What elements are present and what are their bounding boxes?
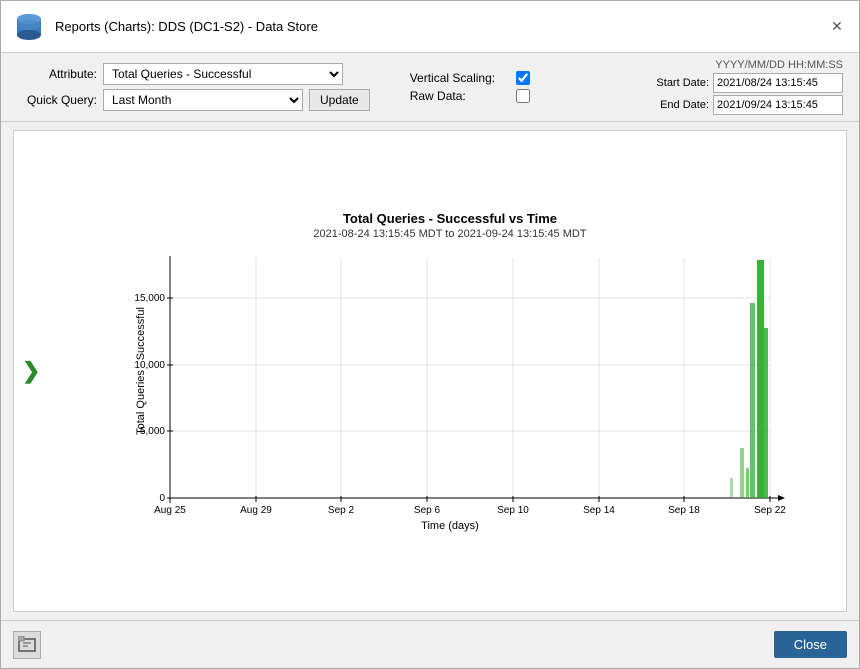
update-button[interactable]: Update bbox=[309, 89, 370, 111]
toolbar-left: Attribute: Total Queries - SuccessfulTot… bbox=[17, 63, 370, 111]
quick-query-label: Quick Query: bbox=[17, 93, 97, 107]
svg-text:Aug 29: Aug 29 bbox=[240, 505, 272, 516]
svg-text:Aug 25: Aug 25 bbox=[154, 505, 186, 516]
svg-text:5,000: 5,000 bbox=[140, 426, 165, 437]
chart-inner: Total Queries - Successful vs Time 2021-… bbox=[110, 211, 790, 551]
raw-data-label: Raw Data: bbox=[410, 89, 510, 103]
attribute-row: Attribute: Total Queries - SuccessfulTot… bbox=[17, 63, 370, 85]
quick-query-select[interactable]: Last HourLast DayLast WeekLast MonthLast… bbox=[103, 89, 303, 111]
attribute-label: Attribute: bbox=[17, 67, 97, 81]
svg-text:Sep 18: Sep 18 bbox=[668, 505, 700, 516]
vertical-section: Vertical Scaling: Raw Data: bbox=[410, 71, 530, 103]
chart-title: Total Queries - Successful vs Time bbox=[110, 211, 790, 226]
app-icon bbox=[13, 11, 45, 43]
title-bar: Reports (Charts): DDS (DC1-S2) - Data St… bbox=[1, 1, 859, 53]
export-svg bbox=[18, 636, 36, 654]
attribute-select[interactable]: Total Queries - SuccessfulTotal Queries … bbox=[103, 63, 343, 85]
footer-bar: Close bbox=[1, 620, 859, 668]
vertical-scaling-label: Vertical Scaling: bbox=[410, 71, 510, 85]
chart-plot: 0 5,000 10,000 15,000 bbox=[110, 248, 790, 518]
end-date-input[interactable] bbox=[713, 95, 843, 115]
svg-text:15,000: 15,000 bbox=[134, 293, 165, 304]
close-dialog-button[interactable]: Close bbox=[774, 631, 847, 658]
export-icon[interactable] bbox=[13, 631, 41, 659]
start-date-label: Start Date: bbox=[649, 77, 709, 89]
chevron-left-icon[interactable]: ❯ bbox=[22, 358, 40, 384]
svg-text:Sep 6: Sep 6 bbox=[414, 505, 441, 516]
quick-query-row: Quick Query: Last HourLast DayLast WeekL… bbox=[17, 89, 370, 111]
chart-area: ❯ Total Queries - Successful Total Queri… bbox=[13, 130, 847, 612]
start-date-input[interactable] bbox=[713, 73, 843, 93]
svg-text:10,000: 10,000 bbox=[134, 360, 165, 371]
vertical-scaling-row: Vertical Scaling: bbox=[410, 71, 530, 85]
vertical-scaling-checkbox[interactable] bbox=[516, 71, 530, 85]
main-window: Reports (Charts): DDS (DC1-S2) - Data St… bbox=[0, 0, 860, 669]
chart-svg: 0 5,000 10,000 15,000 bbox=[110, 248, 790, 518]
svg-text:Sep 22: Sep 22 bbox=[754, 505, 786, 516]
toolbar: Attribute: Total Queries - SuccessfulTot… bbox=[1, 53, 859, 122]
title-bar-left: Reports (Charts): DDS (DC1-S2) - Data St… bbox=[13, 11, 318, 43]
window-close-button[interactable]: ✕ bbox=[827, 17, 847, 37]
x-axis-label: Time (days) bbox=[110, 520, 790, 532]
chart-subtitle: 2021-08-24 13:15:45 MDT to 2021-09-24 13… bbox=[110, 228, 790, 240]
svg-text:0: 0 bbox=[159, 493, 165, 504]
start-date-row: Start Date: bbox=[649, 73, 843, 93]
svg-text:Sep 2: Sep 2 bbox=[328, 505, 355, 516]
date-section: YYYY/MM/DD HH:MM:SS Start Date: End Date… bbox=[649, 59, 843, 115]
end-date-label: End Date: bbox=[649, 99, 709, 111]
date-format-hint: YYYY/MM/DD HH:MM:SS bbox=[649, 59, 843, 71]
raw-data-row: Raw Data: bbox=[410, 89, 530, 103]
raw-data-checkbox[interactable] bbox=[516, 89, 530, 103]
window-title: Reports (Charts): DDS (DC1-S2) - Data St… bbox=[55, 19, 318, 34]
end-date-row: End Date: bbox=[649, 95, 843, 115]
svg-text:Sep 10: Sep 10 bbox=[497, 505, 529, 516]
svg-text:Sep 14: Sep 14 bbox=[583, 505, 615, 516]
